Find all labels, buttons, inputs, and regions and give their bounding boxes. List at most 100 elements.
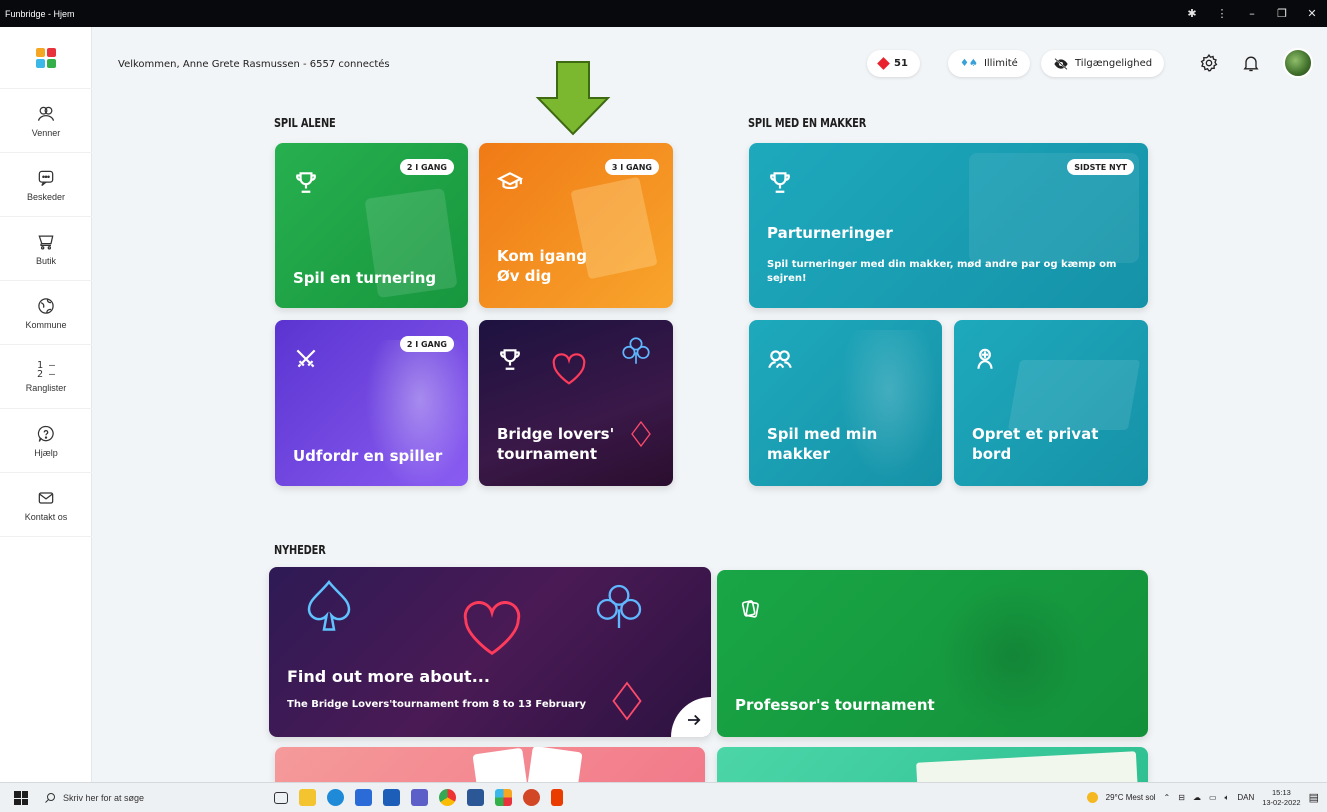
card-title: Parturneringer <box>767 224 893 242</box>
trophy-icon <box>293 169 319 195</box>
trophy-icon <box>767 169 793 195</box>
section-title-news: NYHEDER <box>274 543 326 557</box>
sidebar-item-label: Hjælp <box>34 447 58 458</box>
sidebar-item-label: Ranglister <box>25 382 67 393</box>
friends-icon <box>37 106 55 121</box>
news-card-bridge-lovers[interactable]: Find out more about... The Bridge Lovers… <box>269 567 711 737</box>
card-title: Spil med min makker <box>767 425 878 463</box>
edge-icon[interactable] <box>327 789 344 806</box>
trophy-icon <box>497 346 523 372</box>
card-play-tournament[interactable]: 2 I GANG Spil en turnering <box>275 143 468 308</box>
status-badge: SIDSTE NYT <box>1067 159 1134 175</box>
network-icon[interactable]: ⊟ <box>1178 793 1185 802</box>
status-badge: 2 I GANG <box>399 336 454 352</box>
sidebar-item-beskeder[interactable]: Beskeder <box>0 153 92 217</box>
welcome-text: Velkommen, Anne Grete Rasmussen - 6557 c… <box>118 59 390 70</box>
chat-icon <box>38 170 54 186</box>
search-icon <box>45 792 55 803</box>
card-title: Opret et privat bord <box>972 425 1099 463</box>
sidebar: Venner Beskeder Butik Kommune 1 — 2 — Ra… <box>0 27 92 782</box>
arrow-right-icon[interactable] <box>671 697 711 737</box>
section-title-partner: SPIL MED EN MAKKER <box>748 116 867 130</box>
card-bridge-lovers[interactable]: Bridge lovers' tournament <box>479 320 673 486</box>
status-badge: 2 I GANG <box>399 159 454 175</box>
sidebar-item-butik[interactable]: Butik <box>0 217 92 281</box>
help-icon <box>37 425 54 442</box>
minimize-icon[interactable]: – <box>1237 7 1267 20</box>
cart-icon <box>38 235 54 250</box>
sidebar-item-kommune[interactable]: Kommune <box>0 281 92 345</box>
sidebar-item-hjaelp[interactable]: Hjælp <box>0 409 92 473</box>
windows-start-icon[interactable] <box>14 791 28 805</box>
news-card-professor[interactable]: Professor's tournament <box>717 570 1148 737</box>
heart-icon <box>552 353 586 385</box>
close-icon[interactable]: ✕ <box>1297 7 1327 20</box>
news-subtitle: The Bridge Lovers'tournament from 8 to 1… <box>287 699 587 710</box>
sidebar-item-kontakt[interactable]: Kontakt os <box>0 473 92 537</box>
battery-icon[interactable]: ▭ <box>1209 793 1217 802</box>
news-title: Professor's tournament <box>735 696 935 714</box>
crossed-swords-icon <box>293 346 319 372</box>
section-title-solo: SPIL ALENE <box>274 116 336 130</box>
window-title: Funbridge - Hjem <box>5 8 75 19</box>
news-card-partial-1[interactable] <box>275 747 705 782</box>
teams-icon[interactable] <box>411 789 428 806</box>
card-challenge-player[interactable]: 2 I GANG Udfordr en spiller <box>275 320 468 486</box>
store-icon[interactable] <box>355 789 372 806</box>
arrow-down-annotation-icon <box>535 61 611 136</box>
settings-icon[interactable] <box>1197 51 1221 75</box>
photos-icon[interactable] <box>383 789 400 806</box>
sidebar-item-label: Butik <box>35 255 56 266</box>
mail-icon <box>38 491 54 504</box>
card-title: Spil en turnering <box>293 269 437 287</box>
card-title: Udfordr en spiller <box>293 447 443 465</box>
system-tray: 29°C Mest sol ⌃ ⊟ ☁ ▭ 🔈︎ DAN 15:13 13-02… <box>1086 788 1327 808</box>
language-indicator[interactable]: DAN <box>1237 793 1254 802</box>
graduation-cap-icon <box>496 169 524 195</box>
card-private-table[interactable]: Opret et privat bord <box>954 320 1148 486</box>
restore-icon[interactable]: ❐ <box>1267 7 1297 20</box>
cards-icon <box>741 600 759 618</box>
ranking-icon: 1 — 2 — <box>36 359 56 380</box>
card-subtitle: Spil turneringer med din makker, mød and… <box>767 259 1117 284</box>
office-icon[interactable] <box>551 789 563 806</box>
private-table-icon <box>972 346 998 372</box>
avatar[interactable] <box>1283 48 1313 78</box>
onedrive-icon[interactable]: ☁ <box>1193 793 1201 802</box>
weather-text[interactable]: 29°C Mest sol <box>1106 793 1156 802</box>
funbridge-logo[interactable] <box>0 27 92 89</box>
sidebar-item-label: Venner <box>31 127 61 138</box>
card-title: Bridge lovers' tournament <box>497 425 615 463</box>
chrome-icon[interactable] <box>439 789 456 806</box>
diamond-icon <box>877 57 890 70</box>
club-icon <box>596 584 642 628</box>
word-icon[interactable] <box>467 789 484 806</box>
sidebar-item-venner[interactable]: Venner <box>0 89 92 153</box>
news-title: Find out more about... <box>287 667 490 686</box>
volume-icon[interactable]: 🔈︎ <box>1225 793 1230 803</box>
chevron-up-icon[interactable]: ⌃ <box>1164 793 1171 802</box>
sidebar-item-label: Kommune <box>25 319 67 330</box>
task-view-icon[interactable] <box>274 791 288 804</box>
notifications-icon[interactable]: ▤ <box>1309 791 1319 804</box>
diamonds-counter[interactable]: 51 <box>867 50 920 77</box>
bell-icon[interactable] <box>1239 51 1263 75</box>
card-get-started[interactable]: 3 I GANG Kom igang Øv dig <box>479 143 673 308</box>
news-card-partial-2[interactable] <box>717 747 1148 782</box>
funbridge-icon[interactable] <box>495 789 512 806</box>
powerpoint-icon[interactable] <box>523 789 540 806</box>
unlimited-badge[interactable]: ♦♠ Illimité <box>948 50 1030 77</box>
sidebar-item-label: Kontakt os <box>24 511 68 522</box>
sidebar-item-ranglister[interactable]: 1 — 2 — Ranglister <box>0 345 92 409</box>
file-explorer-icon[interactable] <box>299 789 316 806</box>
clock[interactable]: 15:13 13-02-2022 <box>1262 788 1300 808</box>
taskbar-search[interactable]: Skriv her for at søge <box>44 792 274 804</box>
accessibility-button[interactable]: Tilgængelighed <box>1041 50 1165 77</box>
card-play-with-partner[interactable]: Spil med min makker <box>749 320 942 486</box>
extensions-icon[interactable]: ✱ <box>1177 7 1207 20</box>
diamond-outline-icon <box>631 420 651 448</box>
club-icon <box>622 337 650 364</box>
more-icon[interactable]: ⋮ <box>1207 7 1237 20</box>
card-pair-tournaments[interactable]: SIDSTE NYT Parturneringer Spil turnering… <box>749 143 1148 308</box>
card-title: Kom igang Øv dig <box>497 247 587 285</box>
